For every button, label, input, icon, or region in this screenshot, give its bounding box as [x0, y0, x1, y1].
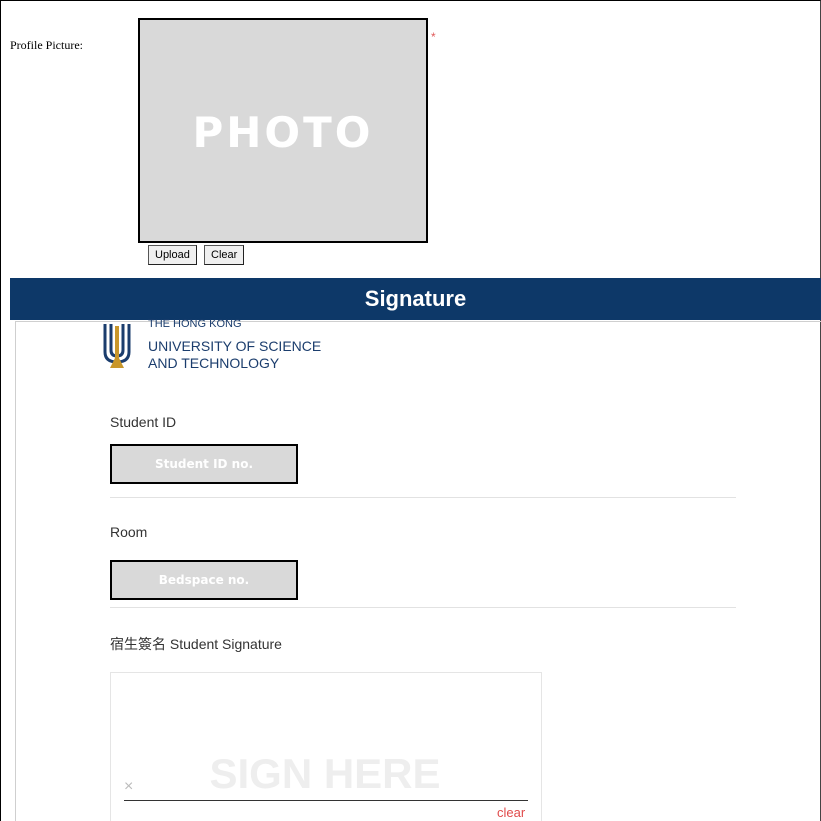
signature-x-mark: × [124, 778, 134, 795]
signature-pad[interactable] [110, 672, 542, 821]
divider [110, 497, 736, 498]
clear-photo-button[interactable]: Clear [204, 245, 245, 265]
divider [110, 607, 736, 608]
signature-section-header: Signature [10, 278, 821, 320]
university-logo-icon [103, 324, 131, 368]
profile-picture-label: Profile Picture: [10, 38, 83, 52]
logo-text-line-1: UNIVERSITY OF SCIENCE [148, 338, 322, 354]
student-signature-label: 宿生簽名 Student Signature [110, 636, 282, 652]
logo-text-line-0: THE HONG KONG [148, 318, 242, 330]
photo-placeholder-text: PHOTO [192, 108, 374, 157]
student-id-label: Student ID [110, 414, 177, 430]
required-marker: * [431, 30, 436, 44]
student-id-field[interactable]: Student ID no. [110, 444, 298, 484]
signature-baseline [124, 800, 528, 801]
photo-placeholder[interactable]: PHOTO [138, 18, 428, 243]
room-field[interactable]: Bedspace no. [110, 560, 298, 600]
sign-here-watermark: SIGN HERE [209, 750, 441, 797]
room-label: Room [110, 524, 148, 540]
logo-text-line-2: AND TECHNOLOGY [148, 355, 280, 371]
clear-signature-link[interactable]: clear [497, 805, 525, 820]
upload-button[interactable]: Upload [148, 245, 197, 265]
